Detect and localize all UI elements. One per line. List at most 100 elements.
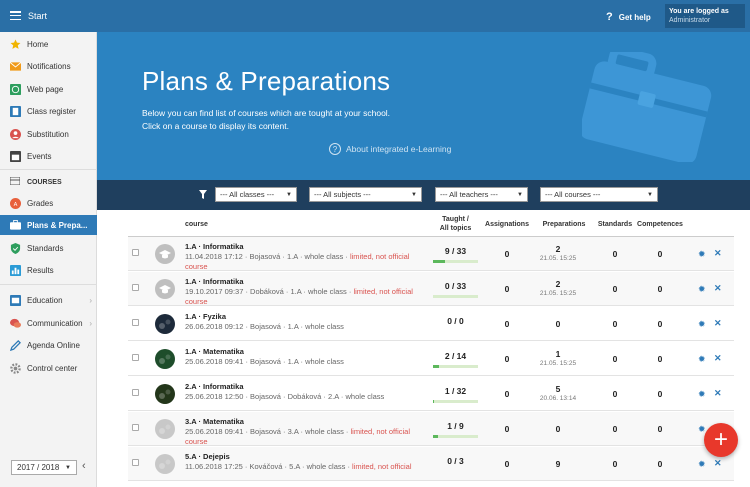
preparations-cell: 9 [533, 459, 583, 470]
sidebar-item-label: Results [27, 265, 54, 275]
sidebar-item-label: Web page [27, 84, 64, 94]
add-course-button[interactable]: + [704, 423, 738, 457]
classes-filter-select[interactable]: --- All classes --- ▼ [215, 187, 297, 202]
pen-icon [10, 339, 21, 351]
education-icon [10, 294, 21, 306]
course-name[interactable]: 5.A · Dejepis [185, 452, 230, 461]
close-icon[interactable]: ✕ [714, 318, 722, 329]
table-row[interactable]: 1.A · Informatika 11.04.2018 17:12 · Boja… [128, 237, 734, 271]
gear-icon[interactable]: ✹ [698, 284, 706, 295]
sidebar-item-class-register[interactable]: Class register [0, 101, 97, 121]
preparations-cell: 2 21.05. 15:25 [533, 244, 583, 262]
col-preparations: Preparations [542, 221, 586, 228]
close-icon[interactable]: ✕ [714, 283, 722, 294]
row-checkbox[interactable] [132, 424, 139, 431]
col-assignations: Assignations [485, 221, 529, 228]
user-panel[interactable]: You are logged as Administrator [665, 4, 745, 28]
progress-fill [433, 435, 438, 438]
course-name[interactable]: 3.A · Matematika [185, 417, 244, 426]
subjects-filter-select[interactable]: --- All subjects --- ▼ [309, 187, 422, 202]
grades-icon: A [10, 197, 21, 209]
sidebar-item-label: Substitution [27, 129, 69, 139]
divider [0, 169, 97, 170]
row-checkbox[interactable] [132, 284, 139, 291]
competences-count: 0 [657, 389, 663, 399]
col-taught: Taught / All topics [439, 216, 472, 232]
sidebar-item-notifications[interactable]: Notifications [0, 56, 97, 76]
table-row[interactable]: 3.A · Matematika 25.06.2018 09:41 · Bojas… [128, 412, 734, 446]
hamburger-menu-icon[interactable] [10, 11, 21, 21]
about-elearning-link[interactable]: ? About integrated e-Learning [329, 143, 451, 155]
course-avatar [155, 279, 175, 299]
close-icon[interactable]: ✕ [714, 388, 722, 399]
taught-count: 9 / 33 [444, 246, 467, 256]
start-link[interactable]: Start [28, 11, 47, 21]
table-row[interactable]: 2.A · Informatika 25.06.2018 12:50 · Boja… [128, 377, 734, 411]
course-name[interactable]: 1.A · Informatika [185, 277, 243, 286]
dropdown-arrow-icon: ▼ [411, 191, 417, 198]
standards-count: 0 [612, 389, 618, 399]
gear-icon[interactable]: ✹ [698, 389, 706, 400]
sidebar-item-education[interactable]: Education › [0, 290, 97, 310]
sidebar-item-substitution[interactable]: Substitution [0, 124, 97, 144]
hero-banner: Plans & Preparations Below you can find … [97, 32, 750, 180]
competences-count: 0 [657, 284, 663, 294]
collapse-sidebar-icon[interactable]: ‹ [82, 460, 86, 472]
row-checkbox[interactable] [132, 249, 139, 256]
sidebar-item-home[interactable]: Home [0, 34, 97, 54]
sidebar-item-communication[interactable]: Communication › [0, 313, 97, 333]
row-checkbox[interactable] [132, 354, 139, 361]
table-row[interactable]: 1.A · Informatika 19.10.2017 09:37 · Dobá… [128, 272, 734, 306]
sidebar-item-label: Standards [27, 243, 64, 253]
row-checkbox[interactable] [132, 389, 139, 396]
gear-icon[interactable]: ✹ [698, 459, 706, 470]
sidebar-item-results[interactable]: Results [0, 260, 97, 280]
row-checkbox[interactable] [132, 319, 139, 326]
sidebar-item-control-center[interactable]: Control center [0, 358, 97, 378]
competences-count: 0 [657, 354, 663, 364]
gear-icon[interactable]: ✹ [698, 319, 706, 330]
sidebar-item-agenda-online[interactable]: Agenda Online [0, 335, 97, 355]
gear-icon[interactable]: ✹ [698, 249, 706, 260]
course-avatar [155, 314, 175, 334]
course-name[interactable]: 2.A · Informatika [185, 382, 243, 391]
courses-filter-select[interactable]: --- All courses --- ▼ [540, 187, 658, 202]
bar-chart-icon [10, 264, 21, 276]
close-icon[interactable]: ✕ [714, 458, 722, 469]
taught-count: 0 / 0 [447, 316, 464, 326]
get-help-button[interactable]: ? Get help [606, 11, 651, 23]
chevron-right-icon: › [89, 318, 92, 328]
dropdown-arrow-icon: ▼ [647, 191, 653, 198]
page-title: Plans & Preparations [142, 66, 391, 96]
table-row[interactable]: 1.A · Fyzika 26.06.2018 09:12 · Bojasová … [128, 307, 734, 341]
shield-check-icon [10, 242, 21, 254]
close-icon[interactable]: ✕ [714, 248, 722, 259]
row-checkbox[interactable] [132, 459, 139, 466]
course-avatar [155, 419, 175, 439]
progress-bar [433, 435, 478, 438]
preparations-cell: 2 21.05. 15:25 [533, 279, 583, 297]
sidebar-item-grades[interactable]: A Grades [0, 193, 97, 213]
logged-as-label: You are logged as [669, 8, 729, 15]
progress-fill [433, 400, 435, 403]
assignations-count: 0 [504, 459, 510, 469]
course-name[interactable]: 1.A · Fyzika [185, 312, 226, 321]
preparations-count: 2 [555, 244, 561, 254]
table-row[interactable]: 5.A · Dejepis 11.06.2018 17:25 · Kováčová… [128, 447, 734, 481]
course-details: 19.10.2017 09:37 · Dobáková · 1.A · whol… [185, 287, 413, 306]
gear-icon[interactable]: ✹ [698, 354, 706, 365]
close-icon[interactable]: ✕ [714, 353, 722, 364]
school-year-select[interactable]: 2017 / 2018 ▼ [11, 460, 77, 475]
progress-bar [433, 400, 478, 403]
globe-icon [10, 83, 21, 95]
course-avatar [155, 244, 175, 264]
sidebar-item-events[interactable]: Events [0, 146, 97, 166]
sidebar-item-web-page[interactable]: Web page [0, 79, 97, 99]
teachers-filter-select[interactable]: --- All teachers --- ▼ [435, 187, 528, 202]
chat-icon [10, 318, 21, 329]
course-name[interactable]: 1.A · Matematika [185, 347, 244, 356]
preparations-cell: 5 20.06. 13:14 [533, 384, 583, 402]
table-row[interactable]: 1.A · Matematika 25.06.2018 09:41 · Bojas… [128, 342, 734, 376]
course-name[interactable]: 1.A · Informatika [185, 242, 243, 251]
sidebar-item-standards[interactable]: Standards [0, 238, 97, 258]
